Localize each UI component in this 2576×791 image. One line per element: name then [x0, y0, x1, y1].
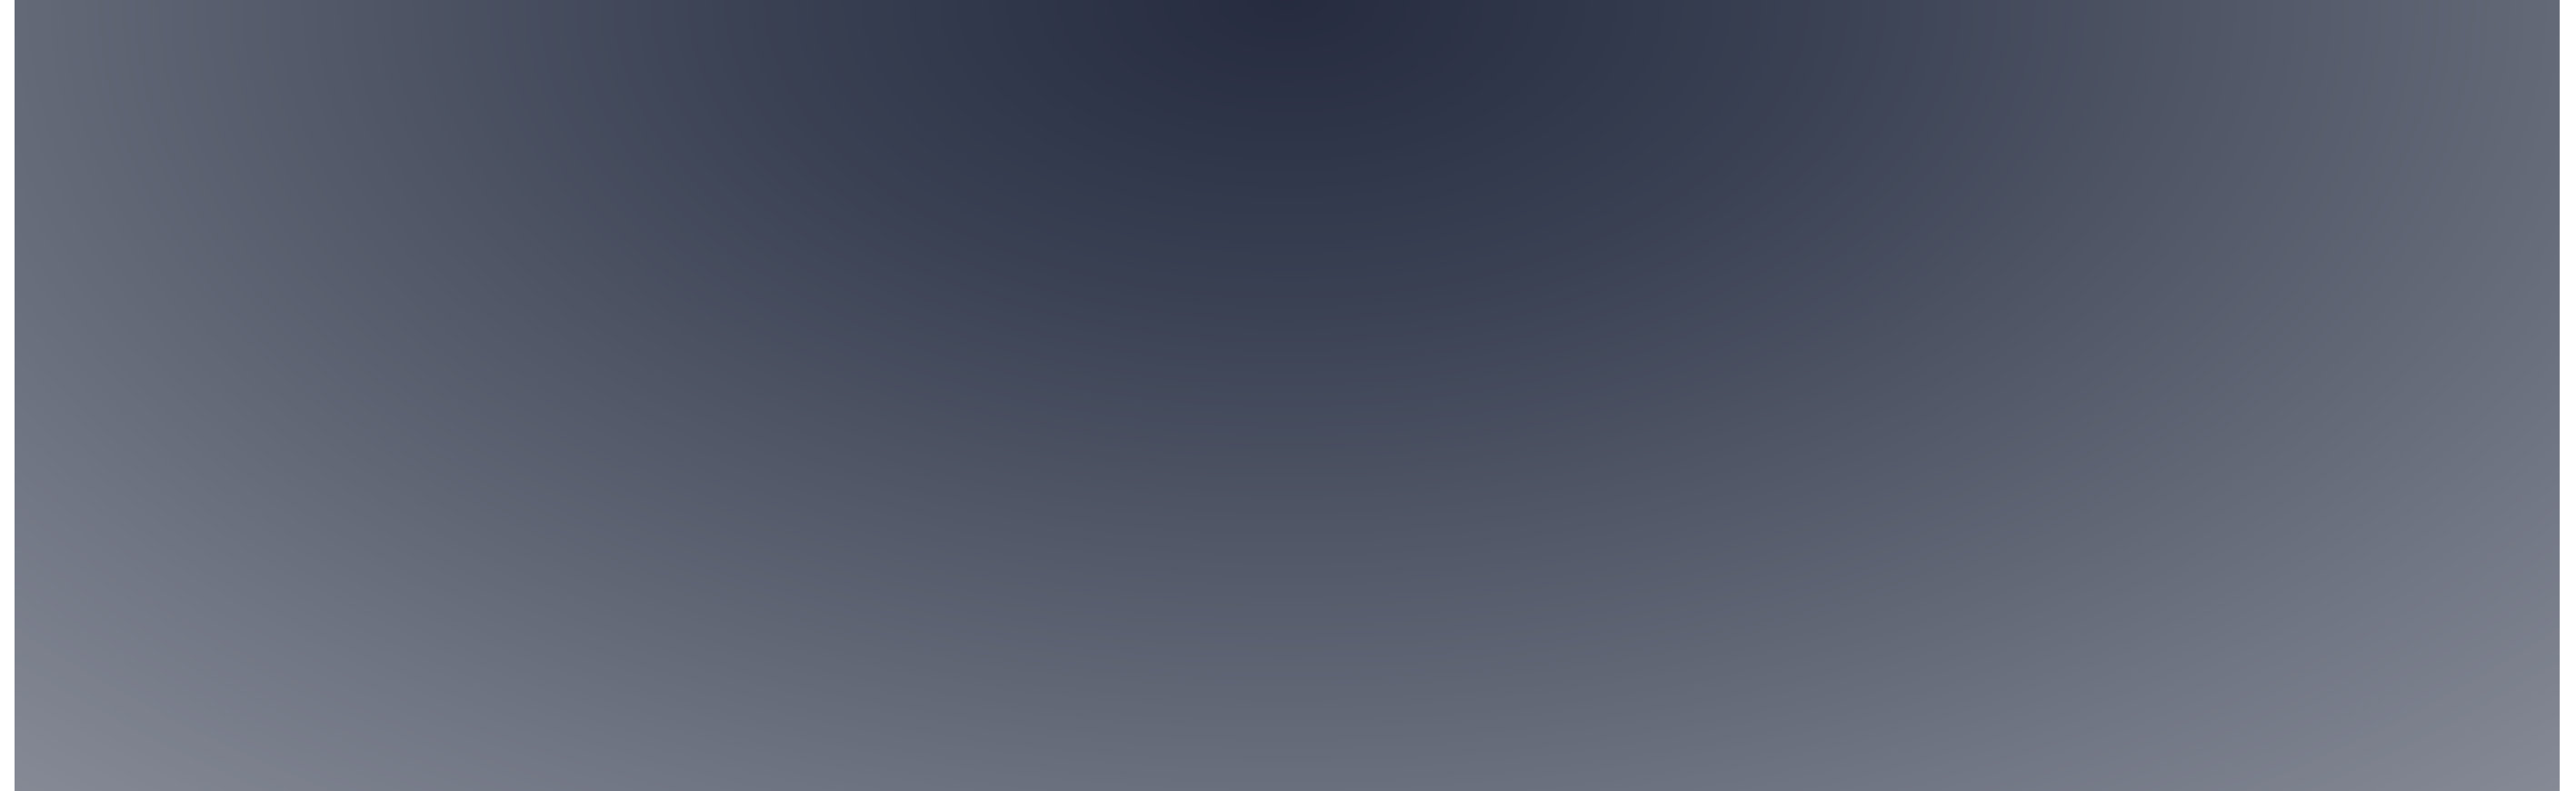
screen-frame: [0, 0, 2576, 791]
gradient-backdrop: [15, 0, 2560, 791]
